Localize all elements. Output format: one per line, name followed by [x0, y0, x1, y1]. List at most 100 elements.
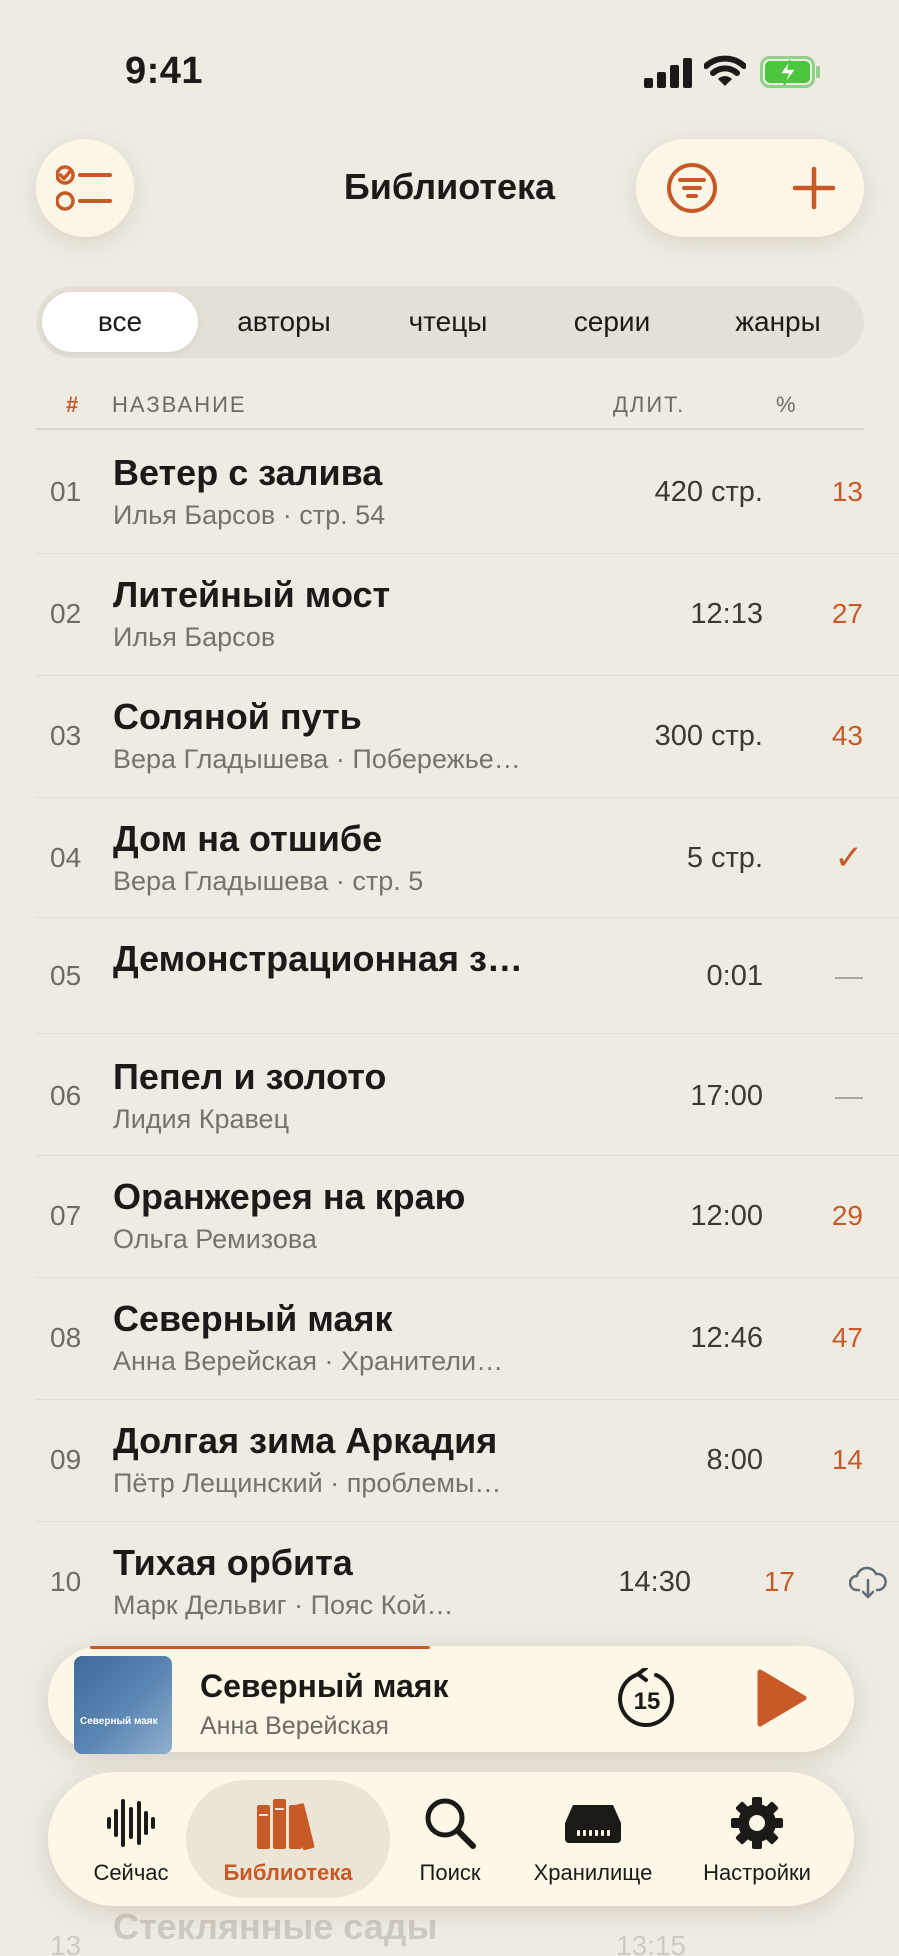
book-row[interactable]: 05 Демонстрационная з… 0:01 —	[36, 918, 899, 1034]
row-number: 13	[50, 1930, 82, 1956]
books-icon	[257, 1799, 315, 1851]
tab-storage[interactable]: Хранилище	[510, 1772, 676, 1906]
plus-icon	[792, 166, 836, 210]
column-number-header[interactable]: #	[66, 392, 80, 418]
row-number: 08	[50, 1322, 82, 1353]
status-bar: 9:41	[0, 0, 899, 120]
book-progress: 43	[831, 720, 863, 751]
book-title: Долгая зима Аркадия	[113, 1420, 498, 1461]
row-number: 10	[50, 1566, 82, 1597]
segment-genres[interactable]: жанры	[698, 292, 858, 352]
book-duration: 0:01	[706, 960, 763, 992]
book-duration: 13:15	[616, 1930, 687, 1956]
skip-back-button[interactable]: 15	[616, 1668, 678, 1730]
column-name-header[interactable]: НАЗВАНИЕ	[112, 392, 247, 418]
book-subtitle: Ольга Ремизова	[113, 1224, 317, 1254]
book-title: Демонстрационная з…	[113, 938, 523, 979]
book-row[interactable]: 06 Пепел и золото Лидия Кравец 17:00 —	[36, 1034, 899, 1156]
cloud-download-icon[interactable]	[849, 1566, 887, 1600]
row-number: 07	[50, 1200, 82, 1231]
row-number: 01	[50, 476, 82, 507]
library-filter-segments: все авторы чтецы серии жанры	[36, 286, 864, 358]
book-subtitle: Анна Верейская · Хранители…	[113, 1346, 504, 1376]
book-duration: 12:46	[690, 1322, 763, 1354]
book-title: Северный маяк	[113, 1298, 393, 1339]
wifi-icon	[704, 55, 746, 86]
book-subtitle: Вера Гладышева · Побережье…	[113, 744, 521, 774]
book-row[interactable]: 10 Тихая орбита Марк Дельвиг · Пояс Кой……	[36, 1522, 899, 1644]
cellular-signal-icon	[644, 58, 692, 88]
filter-icon	[667, 163, 717, 213]
now-playing-title: Северный маяк	[200, 1668, 449, 1704]
segment-all[interactable]: все	[42, 292, 198, 352]
column-duration-header[interactable]: ДЛИТ.	[613, 392, 685, 418]
book-duration: 8:00	[706, 1444, 763, 1476]
header-actions	[636, 139, 864, 237]
book-subtitle: Марк Дельвиг · Пояс Кой…	[113, 1590, 454, 1620]
tab-label: Библиотека	[223, 1860, 353, 1885]
book-title: Пепел и золото	[113, 1056, 387, 1097]
book-subtitle: Илья Барсов	[113, 622, 276, 652]
segment-narrators[interactable]: чтецы	[370, 292, 526, 352]
book-cover: Северный маяк	[74, 1656, 172, 1754]
mini-player[interactable]: Северный маяк Северный маяк Анна Верейск…	[48, 1646, 854, 1754]
row-number: 04	[50, 842, 82, 873]
book-row[interactable]: 01 Ветер с залива Илья Барсов · стр. 54 …	[36, 432, 899, 554]
book-progress: 17	[763, 1566, 795, 1597]
book-title: Оранжерея на краю	[113, 1176, 466, 1217]
tab-search[interactable]: Поиск	[380, 1772, 520, 1906]
row-number: 06	[50, 1080, 82, 1111]
status-time: 9:41	[125, 50, 204, 92]
battery-charging-icon	[760, 56, 820, 88]
book-title: Ветер с залива	[113, 452, 383, 493]
skip-seconds-label: 15	[634, 1688, 661, 1715]
book-row[interactable]: 09 Долгая зима Аркадия Пётр Лещинский · …	[36, 1400, 899, 1522]
table-header: # НАЗВАНИЕ ДЛИТ. %	[36, 392, 864, 430]
finished-checkmark: ✓	[834, 839, 864, 877]
book-row[interactable]: 04 Дом на отшибе Вера Гладышева · стр. 5…	[36, 798, 899, 918]
filter-button[interactable]	[662, 158, 722, 218]
now-playing-author: Анна Верейская	[200, 1712, 389, 1740]
column-percent-header[interactable]: %	[776, 392, 798, 418]
book-progress: —	[835, 960, 863, 991]
book-subtitle: Илья Барсов · стр. 54	[113, 500, 386, 530]
book-row[interactable]: 07 Оранжерея на краю Ольга Ремизова 12:0…	[36, 1156, 899, 1278]
tab-label: Настройки	[703, 1860, 811, 1885]
gear-icon	[731, 1797, 783, 1849]
play-button[interactable]	[754, 1668, 808, 1728]
book-progress: 27	[831, 598, 863, 629]
add-button[interactable]	[784, 158, 844, 218]
book-row[interactable]: 03 Соляной путь Вера Гладышева · Побереж…	[36, 676, 899, 798]
row-number: 02	[50, 598, 82, 629]
book-title: Дом на отшибе	[113, 818, 383, 859]
book-duration: 5 стр.	[686, 842, 763, 874]
book-title: Тихая орбита	[113, 1542, 353, 1583]
segment-series[interactable]: серии	[534, 292, 690, 352]
book-duration: 300 стр.	[654, 720, 763, 752]
book-title: Соляной путь	[113, 696, 362, 737]
book-row[interactable]: 02 Литейный мост Илья Барсов 12:13 27	[36, 554, 899, 676]
book-progress: 13	[831, 476, 863, 507]
book-subtitle: Лидия Кравец	[113, 1104, 290, 1134]
book-duration: 17:00	[690, 1080, 763, 1112]
tab-label: Сейчас	[93, 1860, 169, 1885]
search-icon	[425, 1798, 476, 1849]
row-number: 09	[50, 1444, 82, 1475]
book-progress: 29	[831, 1200, 863, 1231]
row-number: 05	[50, 960, 82, 991]
waveform-icon	[107, 1799, 155, 1847]
tab-library[interactable]: Библиотека	[186, 1780, 390, 1898]
tab-label: Поиск	[419, 1860, 481, 1885]
storage-drive-icon	[565, 1805, 621, 1843]
tab-bar: Сейчас Библиотека Поиск Хранилище Настро…	[48, 1772, 854, 1906]
book-duration: 12:00	[690, 1200, 763, 1232]
book-title: Литейный мост	[113, 574, 391, 615]
book-title: Стеклянные сады	[113, 1906, 438, 1947]
tab-settings[interactable]: Настройки	[676, 1772, 838, 1906]
tab-now-playing[interactable]: Сейчас	[66, 1772, 196, 1906]
book-duration: 14:30	[618, 1566, 691, 1598]
book-row[interactable]: 08 Северный маяк Анна Верейская · Хранит…	[36, 1278, 899, 1400]
segment-authors[interactable]: авторы	[206, 292, 362, 352]
playback-progress-bar	[90, 1646, 430, 1649]
book-duration: 420 стр.	[654, 476, 763, 508]
